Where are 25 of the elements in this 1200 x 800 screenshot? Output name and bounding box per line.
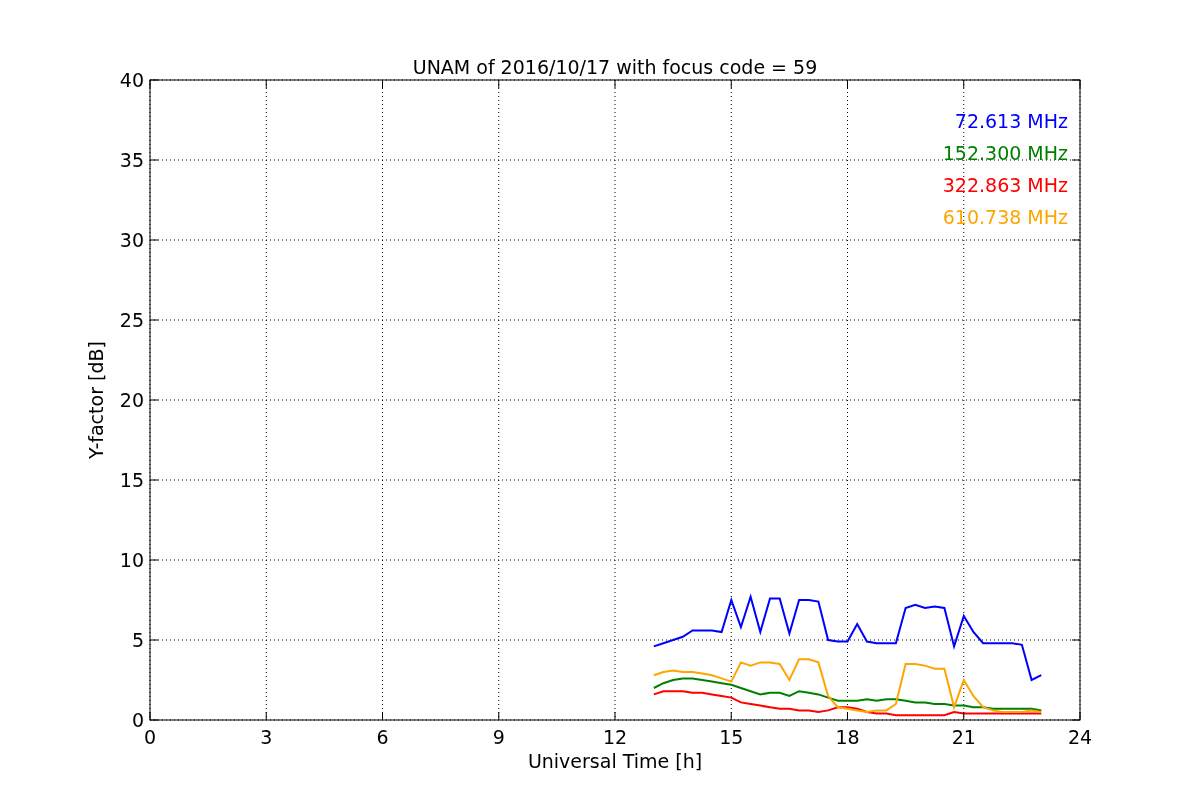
legend-label: 610.738 MHz: [942, 206, 1068, 228]
y-tick-label: 30: [119, 229, 144, 251]
x-tick-label: 12: [602, 726, 628, 748]
legend-label: 72.613 MHz: [954, 110, 1068, 132]
x-tick-label: 21: [951, 726, 976, 748]
legend-label: 152.300 MHz: [942, 142, 1068, 164]
chart-title: UNAM of 2016/10/17 with focus code = 59: [412, 56, 818, 78]
x-tick-label: 9: [492, 726, 505, 748]
y-tick-label: 10: [119, 549, 144, 571]
y-tick-label: 15: [119, 469, 144, 491]
x-tick-label: 18: [835, 726, 860, 748]
y-tick-label: 20: [119, 389, 144, 411]
y-tick-label: 35: [119, 149, 144, 171]
y-tick-label: 25: [119, 309, 144, 331]
legend-label: 322.863 MHz: [942, 174, 1068, 196]
x-tick-label: 3: [260, 726, 273, 748]
x-tick-label: 24: [1067, 726, 1093, 748]
x-axis-label: Universal Time [h]: [527, 750, 703, 772]
y-tick-label: 40: [119, 69, 144, 91]
y-axis-label: Y-factor [dB]: [85, 341, 107, 459]
x-tick-label: 15: [719, 726, 744, 748]
x-tick-label: 0: [143, 726, 157, 748]
y-tick-label: 5: [131, 629, 144, 651]
x-tick-label: 6: [376, 726, 389, 748]
y-tick-label: 0: [131, 709, 144, 731]
